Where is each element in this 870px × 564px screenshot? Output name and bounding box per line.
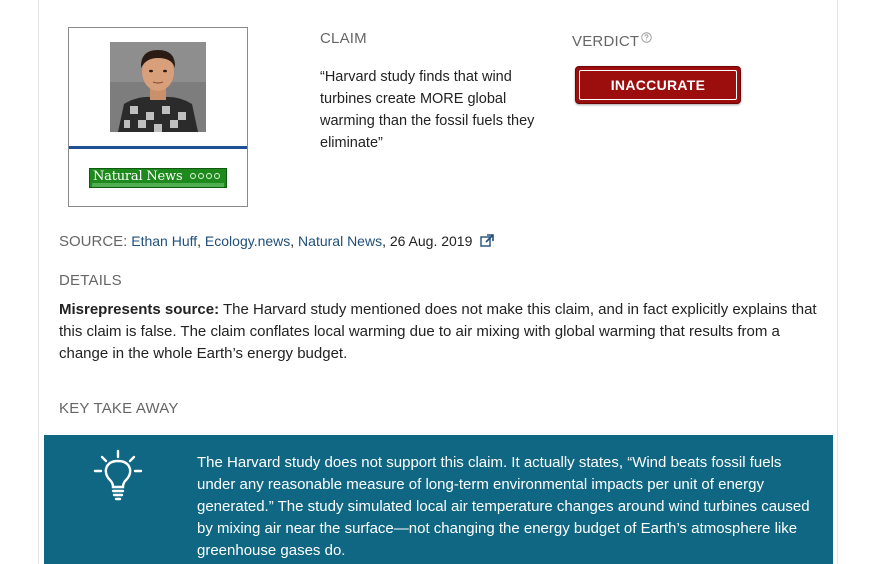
- key-takeaway-text: The Harvard study does not support this …: [197, 454, 810, 559]
- source-separator: ,: [290, 233, 299, 249]
- source-separator: ,: [197, 233, 205, 249]
- source-site-link-ecology[interactable]: Ecology.news: [205, 233, 290, 249]
- outlet-logo: Natural News: [89, 168, 227, 188]
- verdict-badge-label: INACCURATE: [579, 70, 737, 100]
- claim-heading: CLAIM: [320, 30, 367, 47]
- key-takeaway-heading: KEY TAKE AWAY: [59, 400, 179, 417]
- source-row: SOURCE: Ethan Huff, Ecology.news, Natura…: [59, 233, 495, 250]
- details-lead: Misrepresents source:: [59, 301, 220, 318]
- key-takeaway-box: The Harvard study does not support this …: [44, 435, 833, 564]
- source-site-link-naturalnews[interactable]: Natural News: [298, 233, 382, 249]
- details-heading: DETAILS: [59, 272, 122, 289]
- question-circle-icon[interactable]: [641, 30, 652, 47]
- source-label: SOURCE:: [59, 233, 128, 250]
- verdict-badge: INACCURATE: [575, 66, 741, 104]
- lightbulb-icon: [93, 449, 143, 506]
- source-author-link[interactable]: Ethan Huff: [131, 233, 197, 249]
- outlet-logo-dots: [190, 173, 220, 179]
- verdict-heading: VERDICT: [572, 30, 652, 50]
- verdict-heading-text: VERDICT: [572, 33, 640, 50]
- details-text: Misrepresents source: The Harvard study …: [59, 299, 819, 365]
- outlet-logo-name: Natural News: [93, 169, 183, 184]
- author-photo: [110, 42, 206, 132]
- outlet-logo-tagline: [92, 183, 224, 187]
- thumbnail-divider: [69, 146, 247, 149]
- source-thumbnail: Natural News: [68, 27, 248, 207]
- claim-text: “Harvard study finds that wind turbines …: [320, 69, 535, 151]
- external-link-icon[interactable]: [480, 234, 495, 250]
- source-date: , 26 Aug. 2019: [382, 233, 473, 249]
